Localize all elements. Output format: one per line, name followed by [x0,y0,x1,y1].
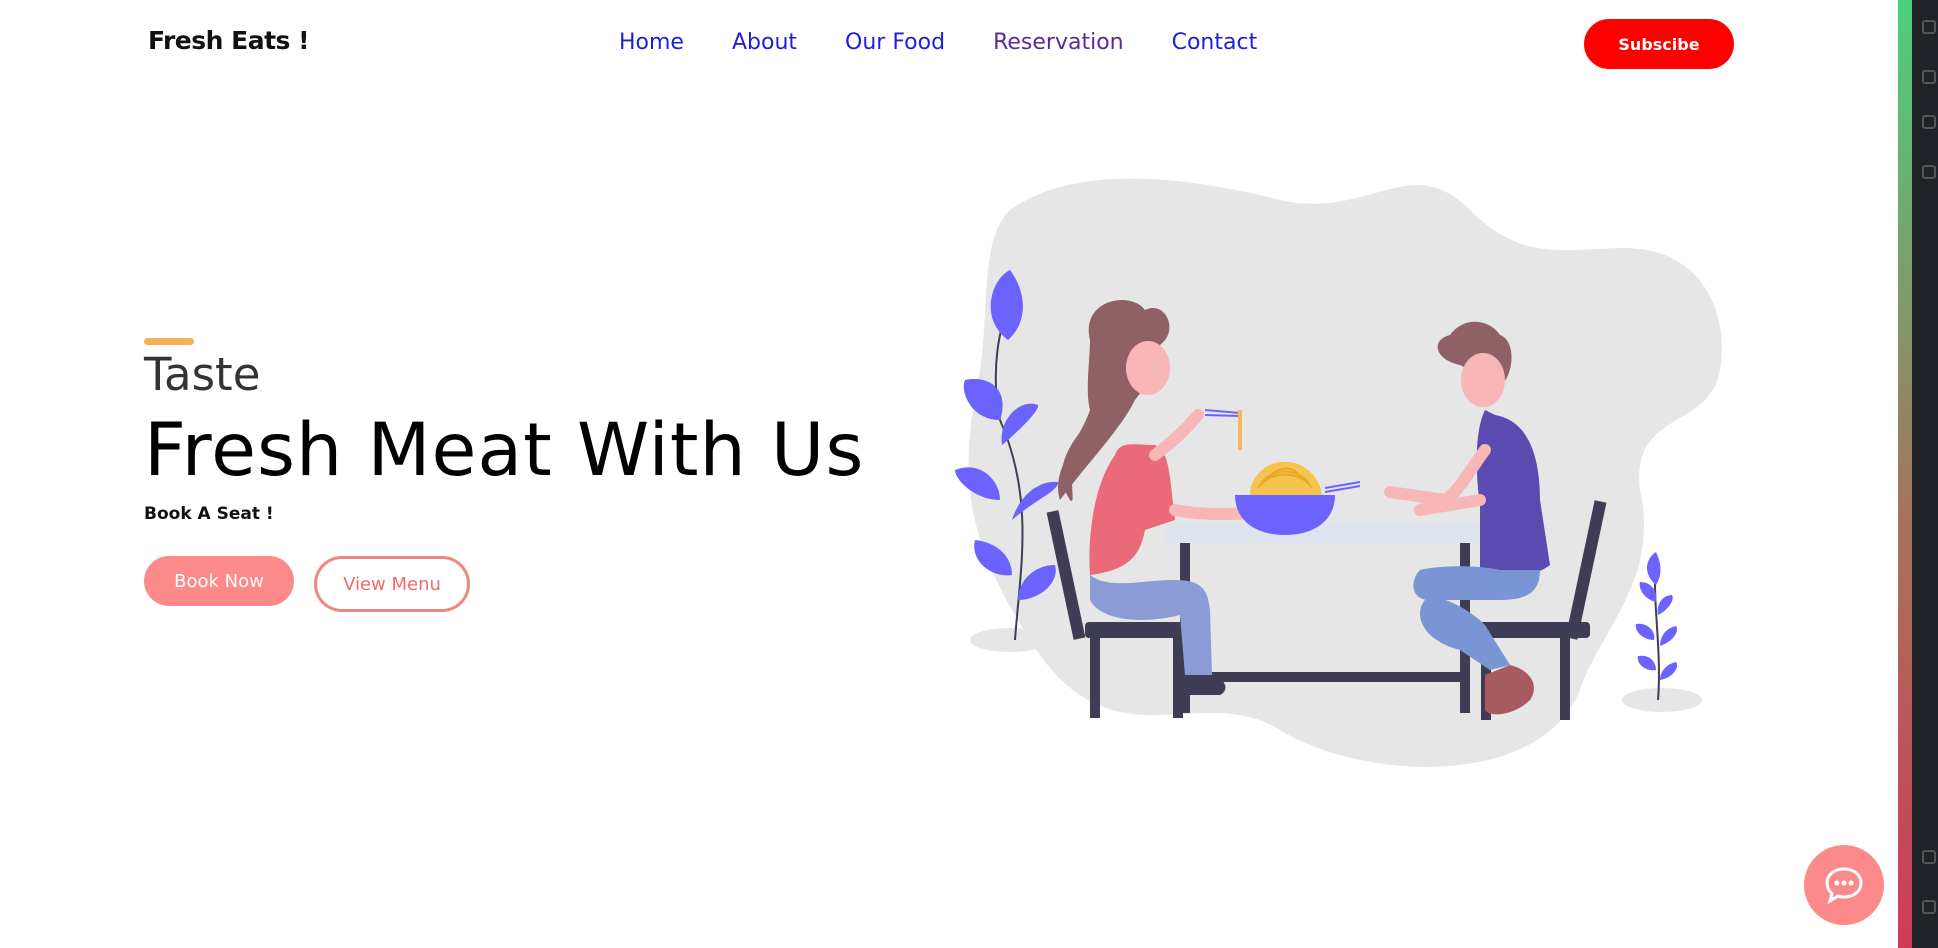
main-nav: Home About Our Food Reservation Contact [619,30,1305,55]
chat-button[interactable] [1804,845,1884,925]
search-icon[interactable] [1922,20,1936,34]
subscribe-button[interactable]: Subscibe [1584,19,1734,69]
branch-icon[interactable] [1922,70,1936,84]
hero-note: Book A Seat ! [144,504,274,524]
brand-logo[interactable]: Fresh Eats ! [148,26,310,55]
nav-contact[interactable]: Contact [1172,30,1258,55]
extensions-icon[interactable] [1922,165,1936,179]
nav-home[interactable]: Home [619,30,684,55]
edge-color-strip [1898,0,1912,948]
nav-our-food[interactable]: Our Food [845,30,945,55]
gear-icon[interactable] [1922,900,1936,914]
book-now-button[interactable]: Book Now [144,556,294,606]
dining-couple-illustration [955,178,1722,767]
accent-bar [144,338,194,345]
view-menu-button[interactable]: View Menu [314,556,470,612]
page: Fresh Eats ! Home About Our Food Reserva… [0,0,1898,948]
side-toolbar [1912,0,1938,948]
nav-reservation[interactable]: Reservation [993,30,1124,55]
debug-icon[interactable] [1922,115,1936,129]
account-icon[interactable] [1922,850,1936,864]
chat-bubble-icon [1825,867,1863,905]
hero-title: Fresh Meat With Us [144,408,865,493]
hero-subtitle: Taste [144,348,261,401]
nav-about[interactable]: About [732,30,797,55]
